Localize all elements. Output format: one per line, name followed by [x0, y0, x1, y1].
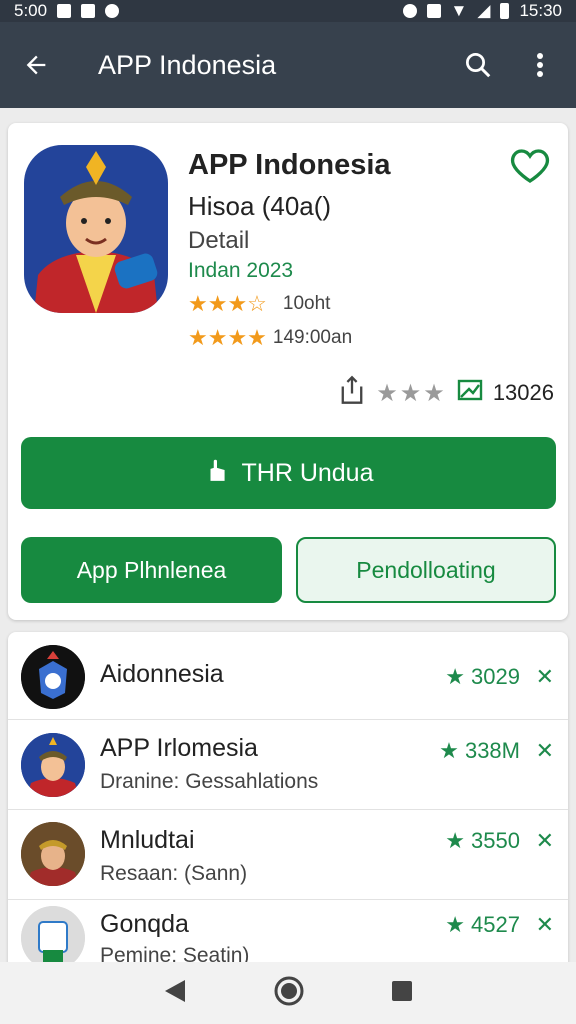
star-rating-icons: ★★★★ — [188, 325, 267, 350]
search-icon[interactable] — [460, 47, 496, 83]
list-item-name: Aidonnesia — [100, 660, 224, 688]
nav-recents-icon[interactable] — [391, 980, 413, 1007]
hand-icon — [204, 457, 230, 490]
list-item-count: ★ 4527 — [445, 912, 520, 937]
signal-icon: ◢ — [477, 1, 491, 20]
app-detail-label: Detail — [188, 227, 250, 254]
rating-count-2: 149:00an — [272, 327, 353, 348]
app-subtitle: Hisoa (40a() — [188, 191, 332, 221]
vibrate-icon — [426, 4, 441, 18]
nav-back-icon[interactable] — [163, 978, 187, 1009]
avatar — [21, 733, 85, 797]
nav-home-icon[interactable] — [274, 976, 304, 1011]
app-detail-card: APP Indonesia Hisoa (40a() Detail Indan … — [8, 123, 568, 620]
rating-row-2: ★★★★ 149:00an — [188, 325, 352, 351]
battery-icon — [500, 3, 510, 19]
share-icon[interactable] — [338, 375, 366, 411]
list-item[interactable]: Aidonnesia ★ 3029 ✕ — [8, 632, 568, 720]
alarm-icon — [402, 4, 417, 18]
list-item-name: Gonqda — [100, 910, 189, 938]
list-item-desc: Resaan: (Sann) — [100, 862, 248, 885]
app-bar: APP Indonesia — [0, 22, 576, 108]
app-icon — [24, 145, 168, 313]
back-arrow-icon[interactable] — [18, 47, 54, 83]
related-apps-list: Aidonnesia ★ 3029 ✕ APP Irlomesia Dranin… — [8, 632, 568, 972]
grey-star-icons: ★★★ — [376, 379, 447, 407]
close-icon[interactable]: ✕ — [536, 664, 554, 690]
list-item[interactable]: Mnludtai Resaan: (Sann) ★ 3550 ✕ — [8, 810, 568, 900]
list-item-count: ★ 3550 — [445, 828, 520, 853]
more-vert-icon[interactable] — [522, 47, 558, 83]
app-name: APP Indonesia — [188, 149, 391, 181]
status-bar: 5:00 ▼ ◢ 15:30 — [0, 0, 576, 22]
app-meta-row: ★★★ 13026 — [338, 375, 554, 411]
message-icon — [81, 4, 96, 18]
status-time-right: 15:30 — [519, 1, 562, 20]
close-icon[interactable]: ✕ — [536, 828, 554, 854]
close-icon[interactable]: ✕ — [536, 912, 554, 938]
install-label: THR Undua — [241, 458, 374, 487]
star-rating-icons: ★★★☆ — [188, 291, 267, 316]
wifi-icon: ▼ — [450, 1, 468, 20]
rating-count-1: 10oht — [282, 293, 331, 314]
list-item-desc: Dranine: Gessahlations — [100, 770, 319, 793]
primary-action-button[interactable]: App Plhnlenea — [21, 537, 282, 603]
list-item-count: ★ 3029 — [445, 664, 520, 689]
app-release-date: Indan 2023 — [188, 259, 294, 282]
avatar — [21, 822, 85, 886]
secondary-action-button[interactable]: Pendolloating — [296, 537, 556, 603]
page-title: APP Indonesia — [98, 49, 277, 80]
avatar — [21, 645, 85, 709]
favorite-heart-icon[interactable] — [510, 147, 550, 190]
close-icon[interactable]: ✕ — [536, 738, 554, 764]
status-time-left: 5:00 — [14, 1, 48, 20]
list-item-name: Mnludtai — [100, 826, 195, 854]
chart-icon — [457, 379, 483, 407]
rating-row-1: ★★★☆ 10oht — [188, 291, 330, 317]
install-button[interactable]: THR Undua — [21, 437, 556, 509]
list-item-name: APP Irlomesia — [100, 734, 258, 762]
system-nav-bar — [0, 962, 576, 1024]
sync-icon — [105, 4, 120, 18]
avatar — [21, 906, 85, 970]
list-item-count: ★ 338M — [439, 738, 520, 763]
notification-icon — [57, 4, 72, 18]
list-item[interactable]: APP Irlomesia Dranine: Gessahlations ★ 3… — [8, 720, 568, 810]
meta-count: 13026 — [492, 380, 554, 405]
